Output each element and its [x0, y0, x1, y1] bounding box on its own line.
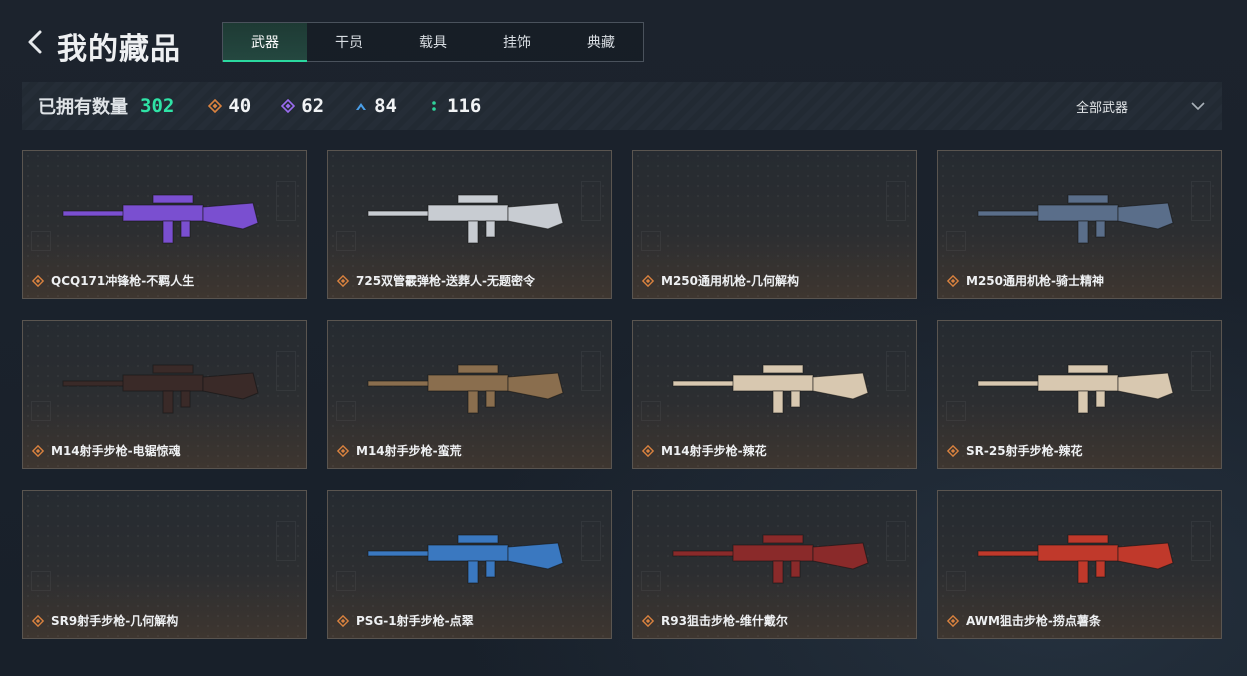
weapon-card[interactable]: AWM狙击步枪-捞点薯条 — [937, 490, 1222, 639]
chevron-down-icon — [1191, 102, 1205, 111]
card-label: QCQ171冲锋枪-不羁人生 — [32, 272, 194, 289]
weapon-image — [53, 343, 278, 433]
weapon-name: M14射手步枪-蛮荒 — [356, 444, 462, 458]
weapon-name: 725双管霰弹枪-送葬人-无题密令 — [356, 274, 536, 288]
owned-label: 已拥有数量 — [38, 97, 128, 118]
weapon-name: M250通用机枪-几何解构 — [661, 274, 799, 288]
weapon-card[interactable]: M14射手步枪-蛮荒 — [327, 320, 612, 469]
orange-diamond-icon — [208, 99, 223, 113]
rarity-diamond-icon — [642, 614, 654, 627]
tab-4[interactable]: 典藏 — [559, 23, 643, 61]
rarity-diamond-icon — [32, 614, 44, 627]
tab-label: 干员 — [335, 35, 363, 51]
rarity-count: 62 — [301, 95, 325, 117]
card-label: SR-25射手步枪-辣花 — [947, 442, 1083, 459]
category-tabs: 武器 干员 载具 挂饰 典藏 — [222, 22, 644, 62]
collection-grid: QCQ171冲锋枪-不羁人生 725双管霰弹枪-送葬人-无题密令 M250通用机枪-… — [22, 150, 1222, 639]
weapon-card[interactable]: 725双管霰弹枪-送葬人-无题密令 — [327, 150, 612, 299]
rarity-diamond-icon — [32, 274, 44, 287]
stats-bar: 已拥有数量 302 40 62 84 116 全部武器 — [22, 82, 1222, 130]
weapon-name: AWM狙击步枪-捞点薯条 — [966, 614, 1101, 628]
tab-1[interactable]: 干员 — [307, 23, 391, 61]
weapon-card[interactable]: R93狙击步枪-维什戴尔 — [632, 490, 917, 639]
weapon-image — [53, 513, 278, 603]
rarity-diamond-icon — [947, 274, 959, 287]
weapon-card[interactable]: M14射手步枪-电锯惊魂 — [22, 320, 307, 469]
rarity-stat-2: 84 — [354, 95, 397, 117]
weapon-name: PSG-1射手步枪-点翠 — [356, 614, 474, 628]
weapon-image — [663, 343, 888, 433]
weapon-name: M250通用机枪-骑士精神 — [966, 274, 1104, 288]
rarity-count: 116 — [447, 95, 482, 117]
rarity-diamond-icon — [947, 614, 959, 627]
rarity-diamond-icon — [642, 274, 654, 287]
rarity-diamond-icon — [947, 444, 959, 457]
rarity-diamond-icon — [337, 614, 349, 627]
weapon-name: QCQ171冲锋枪-不羁人生 — [51, 274, 195, 288]
tab-label: 载具 — [419, 35, 447, 51]
weapon-image — [968, 343, 1193, 433]
card-label: M250通用机枪-几何解构 — [642, 272, 799, 289]
page-title: 我的藏品 — [57, 32, 181, 67]
rarity-stat-3: 116 — [427, 95, 481, 117]
rarity-stat-1: 62 — [281, 95, 324, 117]
card-label: M14射手步枪-蛮荒 — [337, 442, 462, 459]
weapon-card[interactable]: SR-25射手步枪-辣花 — [937, 320, 1222, 469]
owned-count: 302 — [140, 95, 175, 117]
rarity-diamond-icon — [337, 444, 349, 457]
weapon-image — [358, 173, 583, 263]
rarity-diamond-icon — [337, 274, 349, 287]
weapon-card[interactable]: M250通用机枪-骑士精神 — [937, 150, 1222, 299]
back-arrow-icon[interactable] — [22, 28, 50, 56]
rarity-count: 40 — [228, 95, 252, 117]
card-label: R93狙击步枪-维什戴尔 — [642, 612, 788, 629]
rarity-stats: 40 62 84 116 — [178, 95, 481, 117]
rarity-stat-0: 40 — [208, 95, 251, 117]
rarity-count: 84 — [374, 95, 397, 117]
weapon-image — [968, 513, 1193, 603]
weapon-card[interactable]: M14射手步枪-辣花 — [632, 320, 917, 469]
weapon-image — [358, 343, 583, 433]
collection-page: 我的藏品 武器 干员 载具 挂饰 典藏 已拥有数量 302 40 62 84 116 全部武器… — [0, 0, 1247, 676]
weapon-name: M14射手步枪-辣花 — [661, 444, 767, 458]
blue-chevron-icon — [356, 103, 367, 110]
weapon-image — [663, 513, 888, 603]
weapon-card[interactable]: PSG-1射手步枪-点翠 — [327, 490, 612, 639]
tab-label: 武器 — [251, 35, 279, 51]
rarity-diamond-icon — [32, 444, 44, 457]
rarity-diamond-icon — [642, 444, 654, 457]
weapon-filter-dropdown[interactable]: 全部武器 — [1076, 82, 1206, 130]
weapon-image — [663, 173, 888, 263]
weapon-name: R93狙击步枪-维什戴尔 — [661, 614, 788, 628]
card-label: M250通用机枪-骑士精神 — [947, 272, 1104, 289]
tab-3[interactable]: 挂饰 — [475, 23, 559, 61]
weapon-image — [358, 513, 583, 603]
tab-label: 挂饰 — [503, 35, 531, 51]
weapon-name: M14射手步枪-电锯惊魂 — [51, 444, 181, 458]
weapon-name: SR9射手步枪-几何解构 — [51, 614, 179, 628]
weapon-card[interactable]: QCQ171冲锋枪-不羁人生 — [22, 150, 307, 299]
weapon-card[interactable]: SR9射手步枪-几何解构 — [22, 490, 307, 639]
card-label: SR9射手步枪-几何解构 — [32, 612, 178, 629]
card-label: M14射手步枪-辣花 — [642, 442, 767, 459]
card-label: M14射手步枪-电锯惊魂 — [32, 442, 181, 459]
filter-label: 全部武器 — [1076, 100, 1129, 116]
tab-0[interactable]: 武器 — [223, 23, 307, 62]
weapon-image — [968, 173, 1193, 263]
tab-label: 典藏 — [587, 35, 615, 51]
weapon-image — [53, 173, 278, 263]
tab-2[interactable]: 载具 — [391, 23, 475, 61]
card-label: PSG-1射手步枪-点翠 — [337, 612, 474, 629]
purple-diamond-icon — [281, 99, 296, 113]
green-dots-icon — [432, 101, 436, 111]
card-label: 725双管霰弹枪-送葬人-无题密令 — [337, 272, 535, 289]
weapon-name: SR-25射手步枪-辣花 — [966, 444, 1083, 458]
weapon-card[interactable]: M250通用机枪-几何解构 — [632, 150, 917, 299]
card-label: AWM狙击步枪-捞点薯条 — [947, 612, 1101, 629]
